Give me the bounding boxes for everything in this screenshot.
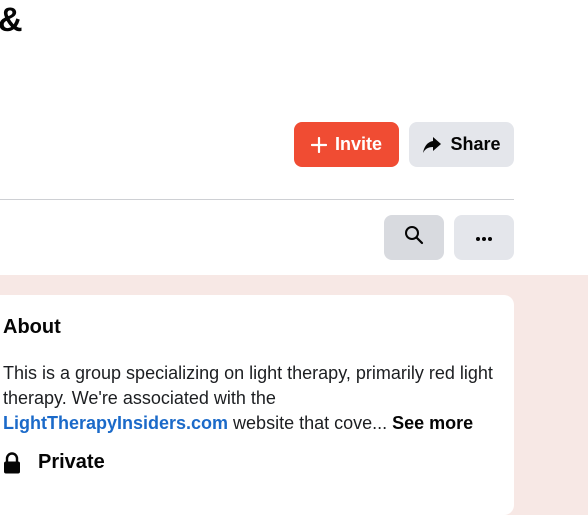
search-button[interactable] [384, 215, 444, 260]
more-options-button[interactable] [454, 215, 514, 260]
about-description: This is a group specializing on light th… [3, 361, 503, 436]
invite-button[interactable]: Invite [294, 122, 399, 167]
see-more-link[interactable]: See more [392, 413, 473, 433]
more-icon [475, 229, 493, 247]
privacy-row: Private [3, 451, 105, 474]
lock-icon [3, 451, 23, 474]
invite-label: Invite [334, 134, 382, 154]
privacy-label: Private [38, 451, 105, 473]
share-button[interactable]: Share [409, 122, 514, 167]
about-desc-suffix: website that cove... [228, 413, 393, 433]
search-icon [404, 225, 424, 250]
header-divider [0, 199, 514, 200]
website-link[interactable]: LightTherapyInsiders.com [3, 413, 228, 433]
about-desc-prefix: This is a group specializing on light th… [3, 363, 493, 408]
plus-icon [310, 136, 327, 153]
share-arrow-icon [422, 136, 442, 154]
share-label: Share [450, 134, 501, 154]
about-title: About [3, 316, 61, 338]
group-header-panel: & Invite Share [0, 0, 588, 275]
group-title-fragment: & [0, 1, 23, 39]
